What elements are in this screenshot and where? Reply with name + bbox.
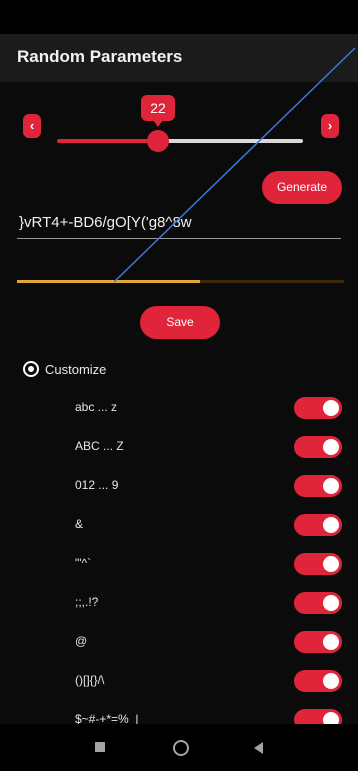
toggle-ampersand[interactable] bbox=[294, 514, 342, 536]
option-label: & bbox=[75, 517, 84, 531]
strength-meter-fill bbox=[17, 280, 201, 283]
option-row-lowercase: abc ... z bbox=[0, 397, 358, 421]
password-field[interactable]: }vRT4+-BD6/gO[Y('g8^8w bbox=[19, 214, 339, 238]
option-label: ABC ... Z bbox=[75, 439, 124, 453]
option-row-punctuation: ;;,.!? bbox=[0, 592, 358, 616]
generate-button[interactable]: Generate bbox=[262, 171, 342, 204]
toggle-knob bbox=[323, 478, 339, 494]
customize-label: Customize bbox=[45, 362, 107, 377]
strength-meter bbox=[17, 280, 344, 283]
customize-radio[interactable] bbox=[23, 361, 39, 377]
option-row-quotes: "'^` bbox=[0, 553, 358, 577]
option-label: ()[]{}/\ bbox=[75, 673, 105, 687]
length-slider-track-active[interactable] bbox=[57, 139, 157, 143]
toggle-digits[interactable] bbox=[294, 475, 342, 497]
toggle-quotes[interactable] bbox=[294, 553, 342, 575]
increase-length-button[interactable]: › bbox=[321, 114, 339, 138]
app-title: Random Parameters bbox=[17, 47, 183, 66]
home-icon[interactable] bbox=[173, 740, 189, 756]
toggle-lowercase[interactable] bbox=[294, 397, 342, 419]
toggle-knob bbox=[323, 556, 339, 572]
option-label: "'^` bbox=[75, 556, 92, 570]
radio-selected-dot bbox=[28, 366, 34, 372]
option-label: ;;,.!? bbox=[75, 595, 99, 609]
toggle-at[interactable] bbox=[294, 631, 342, 653]
app-bar: Random Parameters bbox=[0, 34, 358, 82]
option-row-digits: 012 ... 9 bbox=[0, 475, 358, 499]
toggle-brackets[interactable] bbox=[294, 670, 342, 692]
length-slider-thumb[interactable] bbox=[147, 130, 169, 152]
option-row-at: @ bbox=[0, 631, 358, 655]
toggle-uppercase[interactable] bbox=[294, 436, 342, 458]
toggle-knob bbox=[323, 439, 339, 455]
status-bar bbox=[0, 0, 358, 34]
option-row-uppercase: ABC ... Z bbox=[0, 436, 358, 460]
save-button[interactable]: Save bbox=[140, 306, 220, 339]
back-icon[interactable] bbox=[254, 742, 263, 754]
recent-apps-icon[interactable] bbox=[95, 742, 105, 752]
decrease-length-button[interactable]: ‹ bbox=[23, 114, 41, 138]
toggle-knob bbox=[323, 517, 339, 533]
toggle-knob bbox=[323, 634, 339, 650]
length-slider-track-inactive[interactable] bbox=[157, 139, 303, 143]
option-row-ampersand: & bbox=[0, 514, 358, 538]
length-value-bubble: 22 bbox=[141, 95, 175, 127]
option-row-brackets: ()[]{}/\ bbox=[0, 670, 358, 694]
toggle-punctuation[interactable] bbox=[294, 592, 342, 614]
toggle-knob bbox=[323, 400, 339, 416]
toggle-knob bbox=[323, 595, 339, 611]
option-label: abc ... z bbox=[75, 400, 118, 414]
password-field-underline bbox=[17, 238, 341, 239]
option-label: 012 ... 9 bbox=[75, 478, 119, 492]
toggle-knob bbox=[323, 673, 339, 689]
option-label: @ bbox=[75, 634, 88, 648]
